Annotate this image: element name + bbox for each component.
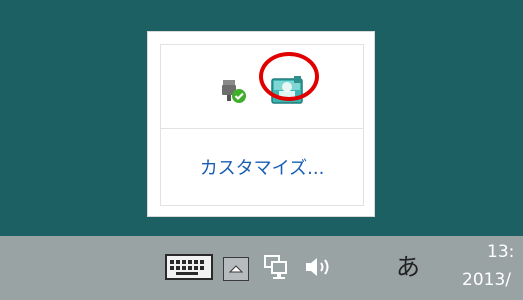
usb-device-icon[interactable] (220, 78, 248, 104)
clock-date[interactable]: 2013/ (462, 270, 511, 290)
highlight-circle-annotation (259, 52, 319, 101)
notification-overflow-popup: カスタマイズ... (147, 31, 375, 217)
show-hidden-icons-button[interactable] (223, 257, 249, 281)
network-icon[interactable] (262, 253, 290, 281)
ime-mode-indicator[interactable]: あ (395, 250, 421, 284)
keyboard-icon[interactable] (165, 253, 213, 281)
clock-time[interactable]: 13: (487, 242, 514, 262)
taskbar: あ 13: 2013/ (0, 236, 523, 300)
customize-link[interactable]: カスタマイズ... (161, 129, 363, 205)
volume-icon[interactable] (302, 253, 336, 281)
chevron-up-icon (228, 265, 244, 273)
